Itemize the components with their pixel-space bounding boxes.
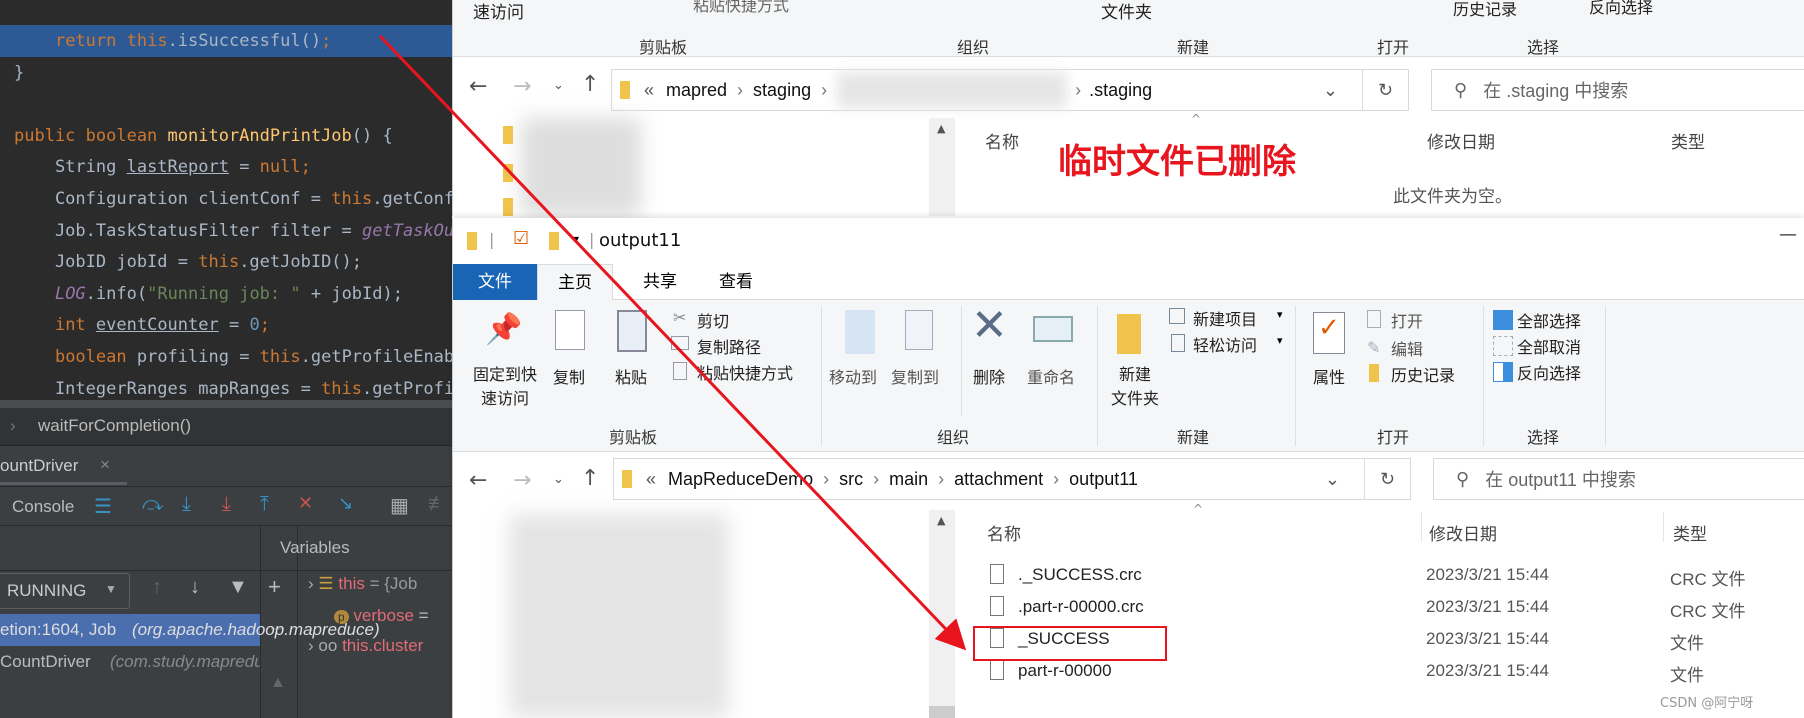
annotation-arrow bbox=[378, 34, 967, 651]
watermark: CSDN @阿宁呀 bbox=[1660, 696, 1754, 711]
